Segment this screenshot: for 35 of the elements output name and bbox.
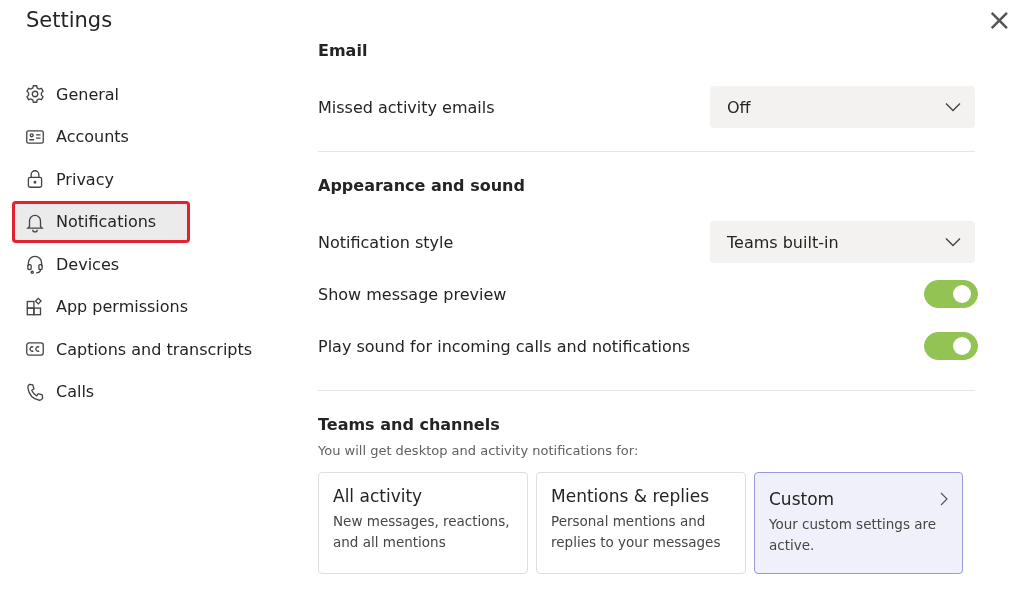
card-description: Your custom settings are active.: [769, 515, 938, 555]
setting-label: Play sound for incoming calls and notifications: [318, 336, 691, 356]
section-heading: Email: [318, 41, 369, 62]
toggle-switch[interactable]: [924, 280, 978, 308]
setting-label: Missed activity emails: [318, 97, 495, 117]
dropdown[interactable]: Teams built-in: [710, 221, 975, 263]
settings-icon: [24, 83, 46, 106]
close-button[interactable]: ×: [982, 2, 1016, 37]
dropdown[interactable]: Off: [710, 86, 975, 128]
sidebar-item[interactable]: Notifications: [12, 200, 190, 243]
window-title: Settings: [26, 7, 114, 34]
card-title: All activity: [333, 486, 423, 506]
toggle-switch[interactable]: [924, 332, 978, 360]
sidebar-item[interactable]: Calls: [12, 370, 276, 413]
sidebar-item[interactable]: Accounts: [12, 115, 276, 158]
sidebar-item[interactable]: App permissions: [12, 285, 276, 328]
headset-icon: [24, 253, 46, 276]
card-description: Personal mentions and replies to your messages: [551, 512, 722, 552]
card-title: Custom: [769, 489, 835, 509]
sidebar-item[interactable]: Privacy: [12, 158, 276, 201]
section-heading: Teams and channels: [318, 415, 501, 436]
card-description: New messages, reactions, and all mentions: [333, 512, 511, 552]
sidebar-item[interactable]: Captions and transcripts: [12, 328, 276, 371]
option-card[interactable]: All activity New messages, reactions, and all mentions: [318, 472, 528, 574]
chevron-down-icon: [945, 237, 961, 247]
section-subtitle: You will get desktop and activity notifications for:: [318, 443, 640, 458]
chevron-down-icon: [945, 102, 961, 112]
setting-label: Notification style: [318, 232, 454, 252]
option-card[interactable]: Custom Your custom settings are active.: [754, 472, 963, 574]
option-card[interactable]: Mentions & replies Personal mentions and replies to your messages: [536, 472, 746, 574]
section-heading: Appearance and sound: [318, 176, 526, 197]
card-title: Mentions & replies: [551, 486, 709, 506]
setting-label: Show message preview: [318, 284, 507, 304]
sidebar-item[interactable]: General: [12, 73, 276, 116]
sidebar-item[interactable]: Devices: [12, 243, 276, 286]
